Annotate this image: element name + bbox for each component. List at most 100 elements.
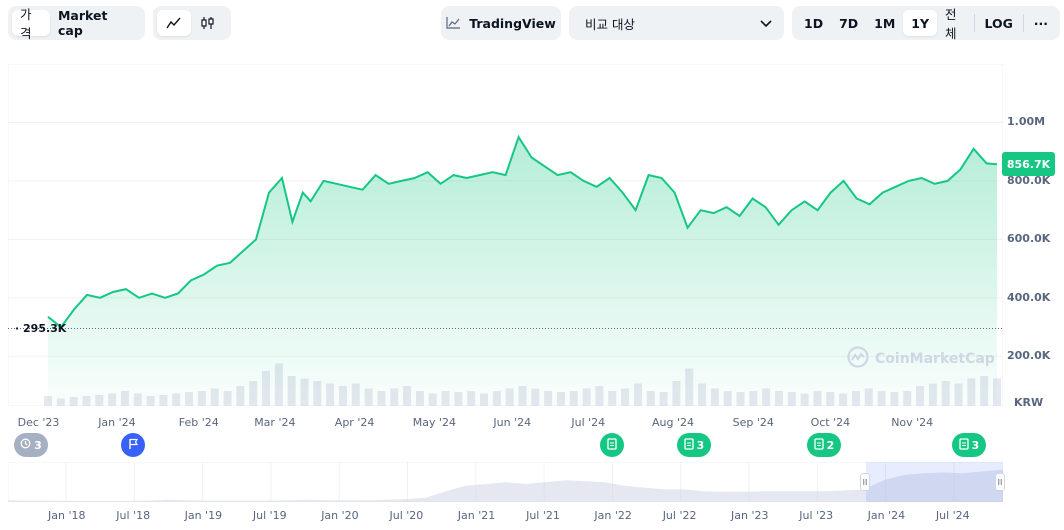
price-point <box>281 177 284 180</box>
compare-dropdown[interactable]: 비교 대상 <box>569 6 784 40</box>
navigator-tick-label: Jan '22 <box>594 509 632 522</box>
divider <box>973 14 975 32</box>
price-point <box>361 188 364 191</box>
price-point <box>413 177 416 180</box>
price-point <box>712 212 715 215</box>
price-point <box>125 288 128 291</box>
news-marker[interactable]: 2 <box>807 433 841 457</box>
price-point <box>907 179 910 182</box>
navigator-handle-right[interactable]: II <box>995 473 1005 491</box>
price-point <box>595 185 598 188</box>
price-point <box>803 200 806 203</box>
tab-market-cap[interactable]: Market cap <box>50 8 141 38</box>
navigator-handle-left[interactable]: II <box>860 473 870 491</box>
price-point <box>203 273 206 276</box>
chevron-down-icon <box>760 16 772 31</box>
price-point <box>439 182 442 185</box>
price-point <box>348 185 351 188</box>
x-tick-label: Oct '24 <box>810 416 851 429</box>
price-point <box>216 264 219 267</box>
price-point <box>660 177 663 180</box>
range-7d[interactable]: 7D <box>831 10 866 36</box>
range-1m[interactable]: 1M <box>866 10 903 36</box>
news-marker[interactable] <box>600 433 624 457</box>
document-icon <box>814 437 824 453</box>
price-point <box>151 292 154 295</box>
price-point <box>86 293 89 296</box>
price-point <box>291 220 294 223</box>
divider <box>1022 14 1024 32</box>
navigator-tick-label: Jul '18 <box>116 509 151 522</box>
price-point <box>543 165 546 168</box>
document-icon <box>684 437 694 453</box>
news-marker[interactable]: 3 <box>677 433 711 457</box>
chart-line-icon <box>446 14 461 33</box>
price-point <box>301 191 304 194</box>
price-point <box>335 182 338 185</box>
price-point <box>112 291 115 294</box>
range-1y[interactable]: 1Y <box>903 10 938 36</box>
range-tabs: 1D 7D 1M 1Y 전체 LOG ··· <box>792 6 1060 41</box>
tradingview-button[interactable]: TradingView <box>441 6 561 40</box>
price-point <box>621 191 624 194</box>
navigator-tick-label: Jan '21 <box>457 509 496 522</box>
navigator-tick-label: Jan '23 <box>731 509 769 522</box>
news-marker[interactable]: 3 <box>952 433 986 457</box>
price-point <box>255 238 258 241</box>
price-point <box>959 168 962 171</box>
price-point <box>229 261 232 264</box>
price-point <box>933 182 936 185</box>
navigator-tick-label: Jul '20 <box>389 509 424 522</box>
navigator-tick-label: Jul '19 <box>252 509 287 522</box>
price-point <box>647 174 650 177</box>
coinmarketcap-logo-icon <box>847 346 869 372</box>
log-toggle[interactable]: LOG <box>977 10 1021 36</box>
tradingview-label: TradingView <box>469 15 556 31</box>
navigator-tick-label: Jul '21 <box>526 509 560 522</box>
price-point <box>634 209 637 212</box>
price-point <box>452 174 455 177</box>
price-point <box>842 179 845 182</box>
navigator-tick-label: Jul '24 <box>935 509 970 522</box>
watermark: CoinMarketCap <box>847 346 995 372</box>
y-tick-label: 200.0K <box>1007 349 1051 363</box>
price-point <box>190 279 193 282</box>
current-price-badge: 856.7K <box>1002 152 1055 176</box>
tab-price[interactable]: 가격 <box>12 7 50 41</box>
price-point <box>894 185 897 188</box>
price-point <box>816 209 819 212</box>
flag-marker[interactable] <box>121 433 145 457</box>
price-point <box>725 206 728 209</box>
price-point <box>686 226 689 229</box>
price-point <box>322 179 325 182</box>
price-point <box>177 292 180 295</box>
price-point <box>138 296 141 299</box>
more-options-icon[interactable]: ··· <box>1026 10 1056 36</box>
price-point <box>790 209 793 212</box>
navigator-tick-label: Jul '23 <box>799 509 834 522</box>
line-chart-icon[interactable] <box>157 10 191 36</box>
navigator-selection[interactable] <box>866 462 1003 502</box>
x-tick-label: Jan '24 <box>98 416 136 429</box>
price-point <box>309 200 312 203</box>
price-point <box>738 215 741 218</box>
x-tick-label: Dec '23 <box>17 416 60 429</box>
compare-placeholder: 비교 대상 <box>585 16 635 32</box>
candlestick-icon[interactable] <box>191 10 225 36</box>
x-tick-label: Jun '24 <box>493 416 532 429</box>
x-tick-label: Mar '24 <box>254 416 296 429</box>
history-marker[interactable]: 3 <box>14 433 48 457</box>
price-point <box>268 191 271 194</box>
y-tick-label: 600.0K <box>1007 232 1051 246</box>
range-all[interactable]: 전체 <box>937 7 972 41</box>
range-navigator[interactable] <box>7 461 1004 503</box>
x-tick-label: Sep '24 <box>732 416 774 429</box>
price-point <box>608 177 611 180</box>
price-point <box>855 197 858 200</box>
price-point <box>582 179 585 182</box>
price-point <box>764 206 767 209</box>
range-1d[interactable]: 1D <box>796 10 831 36</box>
price-point <box>556 174 559 177</box>
x-tick-label: Apr '24 <box>334 416 375 429</box>
start-price-label: · 295.3K <box>15 322 67 335</box>
